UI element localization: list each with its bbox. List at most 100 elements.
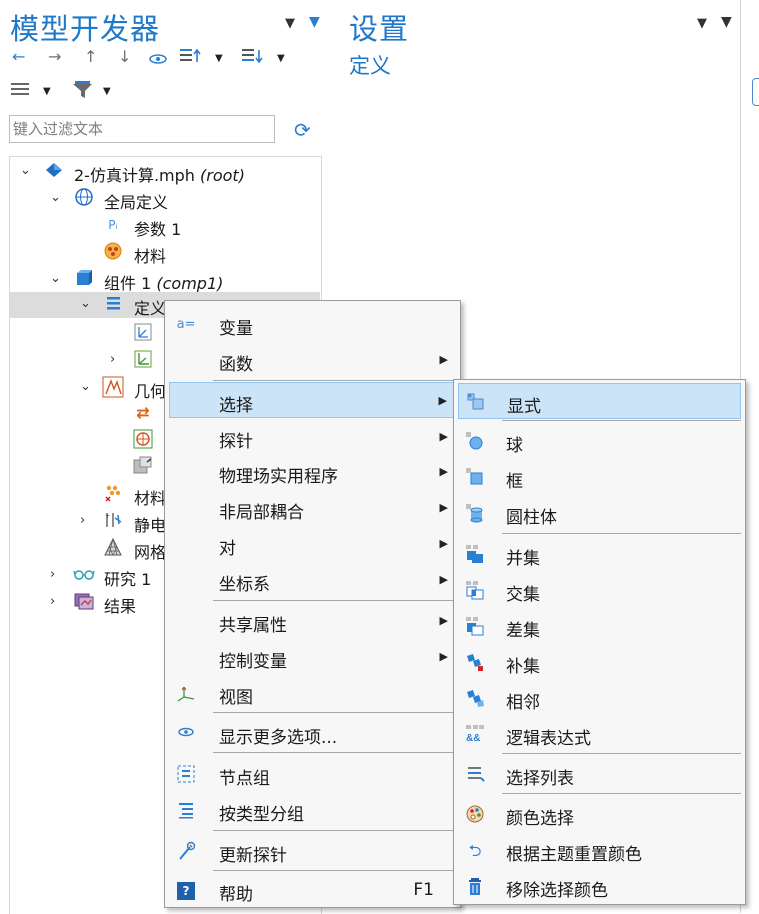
- menu-item-node-group[interactable]: 节点组: [165, 756, 460, 792]
- submenu-arrow-icon: ▶: [439, 573, 448, 586]
- menu-item-variables[interactable]: a= 变量: [165, 306, 460, 342]
- show-eye-icon[interactable]: [149, 50, 167, 64]
- collapse-chevron-icon[interactable]: ⌄: [50, 190, 61, 205]
- model-builder-title: 模型开发器: [10, 12, 161, 46]
- submenu-item-logical-expression[interactable]: && 逻辑表达式: [454, 716, 745, 752]
- menu-separator: [213, 830, 456, 831]
- menu-item-view[interactable]: 视图: [165, 675, 460, 711]
- tree-node-root[interactable]: ⌄ 2-仿真计算.mph (root): [10, 159, 320, 185]
- menu-separator: [502, 420, 741, 421]
- menu-item-selections[interactable]: 选择 ▶: [169, 382, 456, 418]
- submenu-item-reset-color[interactable]: ⮌ 根据主题重置颜色: [454, 832, 745, 868]
- menu-item-control-variables[interactable]: 控制变量 ▶: [165, 639, 460, 675]
- difference-icon: [464, 616, 486, 638]
- menu-item-label: 选择: [219, 396, 253, 416]
- tree-node-global-definitions[interactable]: ⌄ 全局定义: [10, 186, 320, 212]
- menu-item-help[interactable]: ? 帮助 F1: [165, 872, 460, 908]
- study-glasses-icon: [73, 564, 95, 586]
- submenu-item-cylinder[interactable]: 圆柱体: [454, 495, 745, 531]
- submenu-arrow-icon: ▶: [439, 501, 448, 514]
- collapse-chevron-icon[interactable]: ⌄: [80, 296, 91, 311]
- mesh-icon: [102, 537, 124, 559]
- filter-input[interactable]: [9, 115, 275, 143]
- filter-dropdown-icon[interactable]: ▼: [103, 86, 111, 97]
- expand-chevron-icon[interactable]: ›: [50, 594, 55, 609]
- menu-item-functions[interactable]: 函数 ▶: [165, 342, 460, 378]
- back-arrow-icon[interactable]: ←: [12, 48, 25, 66]
- submenu-arrow-icon: ▶: [439, 537, 448, 550]
- menu-item-probes[interactable]: 探针 ▶: [165, 419, 460, 455]
- definitions-list-icon: [102, 293, 124, 315]
- menu-item-label: 变量: [219, 319, 253, 339]
- submenu-item-remove-color[interactable]: 移除选择颜色: [454, 868, 745, 904]
- parameter-pi-icon: Pᵢ: [108, 218, 118, 232]
- submenu-item-explicit[interactable]: 显式: [458, 383, 741, 419]
- tree-node-label: 研究 1: [104, 570, 152, 589]
- submenu-item-color-selection[interactable]: 颜色选择: [454, 796, 745, 832]
- expand-chevron-icon[interactable]: ›: [80, 513, 85, 528]
- menu-item-show-more-options[interactable]: 显示更多选项...: [165, 715, 460, 751]
- tree-node-component[interactable]: ⌄ 组件 1 (comp1): [10, 267, 320, 293]
- ball-selection-icon: [464, 431, 486, 453]
- sort-sections-icon[interactable]: [242, 48, 264, 64]
- tree-node-parameters[interactable]: Pᵢ 参数 1: [10, 213, 320, 239]
- submenu-item-intersection[interactable]: 交集: [454, 572, 745, 608]
- pin-icon[interactable]: ▼: [309, 14, 320, 30]
- menu-item-physics-utilities[interactable]: 物理场实用程序 ▶: [165, 454, 460, 490]
- expand-chevron-icon[interactable]: ›: [110, 352, 115, 367]
- menu-separator: [213, 600, 456, 601]
- box-selection-icon: [464, 467, 486, 489]
- help-icon: ?: [175, 880, 197, 902]
- menu-item-label: 按类型分组: [219, 805, 304, 825]
- side-tab[interactable]: [752, 78, 759, 106]
- materials-icon: [102, 241, 124, 263]
- menu-item-label: 圆柱体: [506, 508, 557, 528]
- submenu-item-difference[interactable]: 差集: [454, 608, 745, 644]
- undo-arrow-icon: ⮌: [468, 841, 482, 860]
- expand-chevron-icon[interactable]: ›: [50, 567, 55, 582]
- menu-item-label: 显示更多选项...: [219, 728, 338, 748]
- complement-icon: [464, 652, 486, 674]
- menu-item-group-by-type[interactable]: 按类型分组: [165, 792, 460, 828]
- expand-sections-icon[interactable]: [180, 48, 202, 64]
- submenu-item-selection-list[interactable]: 选择列表: [454, 756, 745, 792]
- menu-item-label: 视图: [219, 688, 253, 708]
- collapse-chevron-icon[interactable]: ⌄: [20, 163, 31, 178]
- move-up-icon[interactable]: ↑: [84, 48, 97, 66]
- pin-icon[interactable]: ▼: [721, 14, 732, 30]
- collapse-chevron-icon[interactable]: ⌄: [80, 379, 91, 394]
- menu-item-pairs[interactable]: 对 ▶: [165, 526, 460, 562]
- menu-separator: [213, 752, 456, 753]
- submenu-item-box[interactable]: 框: [454, 459, 745, 495]
- list-view-icon[interactable]: [11, 82, 31, 98]
- tree-node-label: 全局定义: [104, 193, 169, 212]
- submenu-item-ball[interactable]: 球: [454, 423, 745, 459]
- menu-item-label: 帮助: [219, 885, 253, 905]
- panel-menu-triangle-icon[interactable]: ▼: [697, 16, 707, 31]
- menu-item-label: 探针: [219, 432, 253, 452]
- refresh-icon[interactable]: ⟳: [294, 118, 311, 142]
- sort-dropdown-icon[interactable]: ▼: [277, 53, 285, 64]
- variables-icon: a=: [176, 317, 196, 332]
- submenu-item-adjacent[interactable]: 相邻: [454, 680, 745, 716]
- collapse-chevron-icon[interactable]: ⌄: [50, 271, 61, 286]
- svg-text:+: +: [105, 513, 110, 520]
- explicit-selection-icon: [465, 392, 487, 414]
- coordinate-system-icon: [132, 349, 154, 371]
- filter-funnel-icon[interactable]: [72, 80, 94, 100]
- eye-icon: [175, 723, 197, 745]
- list-view-dropdown-icon[interactable]: ▼: [43, 86, 51, 97]
- expand-dropdown-icon[interactable]: ▼: [215, 53, 223, 64]
- tree-node-global-materials[interactable]: 材料: [10, 240, 320, 266]
- move-down-icon[interactable]: ↓: [118, 48, 131, 66]
- menu-item-update-probes[interactable]: 更新探针: [165, 833, 460, 869]
- submenu-item-complement[interactable]: 补集: [454, 644, 745, 680]
- forward-arrow-icon[interactable]: →: [48, 48, 61, 66]
- menu-item-nonlocal-couplings[interactable]: 非局部耦合 ▶: [165, 490, 460, 526]
- menu-item-coordinate-systems[interactable]: 坐标系 ▶: [165, 562, 460, 598]
- panel-menu-triangle-icon[interactable]: ▼: [285, 16, 295, 31]
- menu-item-shared-properties[interactable]: 共享属性 ▶: [165, 603, 460, 639]
- selection-submenu: 显式 球 框 圆柱体 并集 交集 差集 补集 相邻 && 逻辑表达式 选择列表 …: [453, 379, 746, 905]
- model-diamond-icon: [43, 160, 65, 182]
- submenu-item-union[interactable]: 并集: [454, 536, 745, 572]
